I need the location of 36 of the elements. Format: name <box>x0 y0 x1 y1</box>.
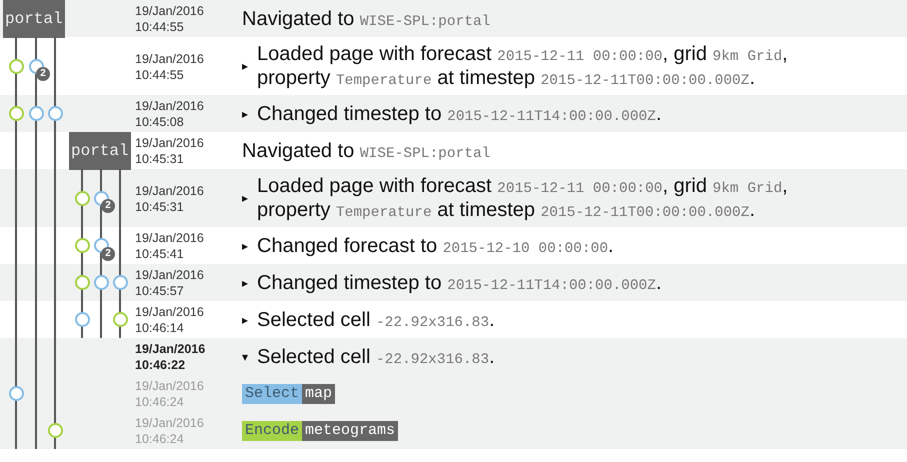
count-badge: 2 <box>101 199 115 213</box>
timestamp: 19/Jan/2016 10:45:41 <box>135 230 205 262</box>
timestamp: 19/Jan/2016 10:46:24 <box>135 378 205 410</box>
event-message: Loaded page with forecast 2015-12-11 00:00:00, grid 9km Grid, property Temperature at timestep 2015-12-11T00:00:00.000Z. <box>257 42 789 90</box>
timestamp: 19/Jan/2016 10:46:22 <box>135 341 206 373</box>
expand-toggle[interactable]: ▸ <box>242 234 248 258</box>
expand-toggle[interactable]: ▸ <box>242 102 248 126</box>
expand-toggle[interactable]: ▸ <box>242 54 248 78</box>
timestamp: 19/Jan/2016 10:44:55 <box>135 50 205 82</box>
count-badge: 2 <box>101 246 115 260</box>
event-message: Changed timestep to 2015-12-11T14:00:00.000Z. <box>257 102 662 126</box>
timestamp: 19/Jan/2016 10:45:31 <box>135 182 205 214</box>
timestamp: 19/Jan/2016 10:44:55 <box>135 3 205 35</box>
event-message: Selected cell -22.92x316.83. <box>257 344 495 368</box>
timestamp: 19/Jan/2016 10:45:31 <box>135 135 205 167</box>
event-message: Changed forecast to 2015-12-10 00:00:00. <box>257 234 614 258</box>
event-message: Navigated to WISE-SPL:portal <box>242 6 490 30</box>
branch-label: portal <box>3 0 65 38</box>
branch-label: portal <box>69 132 131 170</box>
target-tag: meteograms <box>302 420 398 440</box>
action-tag: Select <box>242 384 302 404</box>
event-message: Loaded page with forecast 2015-12-11 00:00:00, grid 9km Grid, property Temperature at timestep 2015-12-11T00:00:00.000Z. <box>257 174 789 222</box>
event-message: Changed timestep to 2015-12-11T14:00:00.000Z. <box>257 270 662 294</box>
target-tag: map <box>302 384 336 404</box>
timestamp: 19/Jan/2016 10:45:08 <box>135 98 205 130</box>
timestamp: 19/Jan/2016 10:46:14 <box>135 304 205 336</box>
expand-toggle[interactable]: ▸ <box>242 308 248 332</box>
count-badge: 2 <box>36 67 50 81</box>
timestamp: 19/Jan/2016 10:46:24 <box>135 415 205 447</box>
event-message: Selected cell -22.92x316.83. <box>257 308 495 332</box>
action-tag: Encode <box>242 420 302 440</box>
expand-toggle[interactable]: ▾ <box>242 344 248 368</box>
timestamp: 19/Jan/2016 10:45:57 <box>135 267 205 299</box>
event-message: Navigated to WISE-SPL:portal <box>242 138 490 162</box>
expand-toggle[interactable]: ▸ <box>242 186 248 210</box>
expand-toggle[interactable]: ▸ <box>242 270 248 294</box>
